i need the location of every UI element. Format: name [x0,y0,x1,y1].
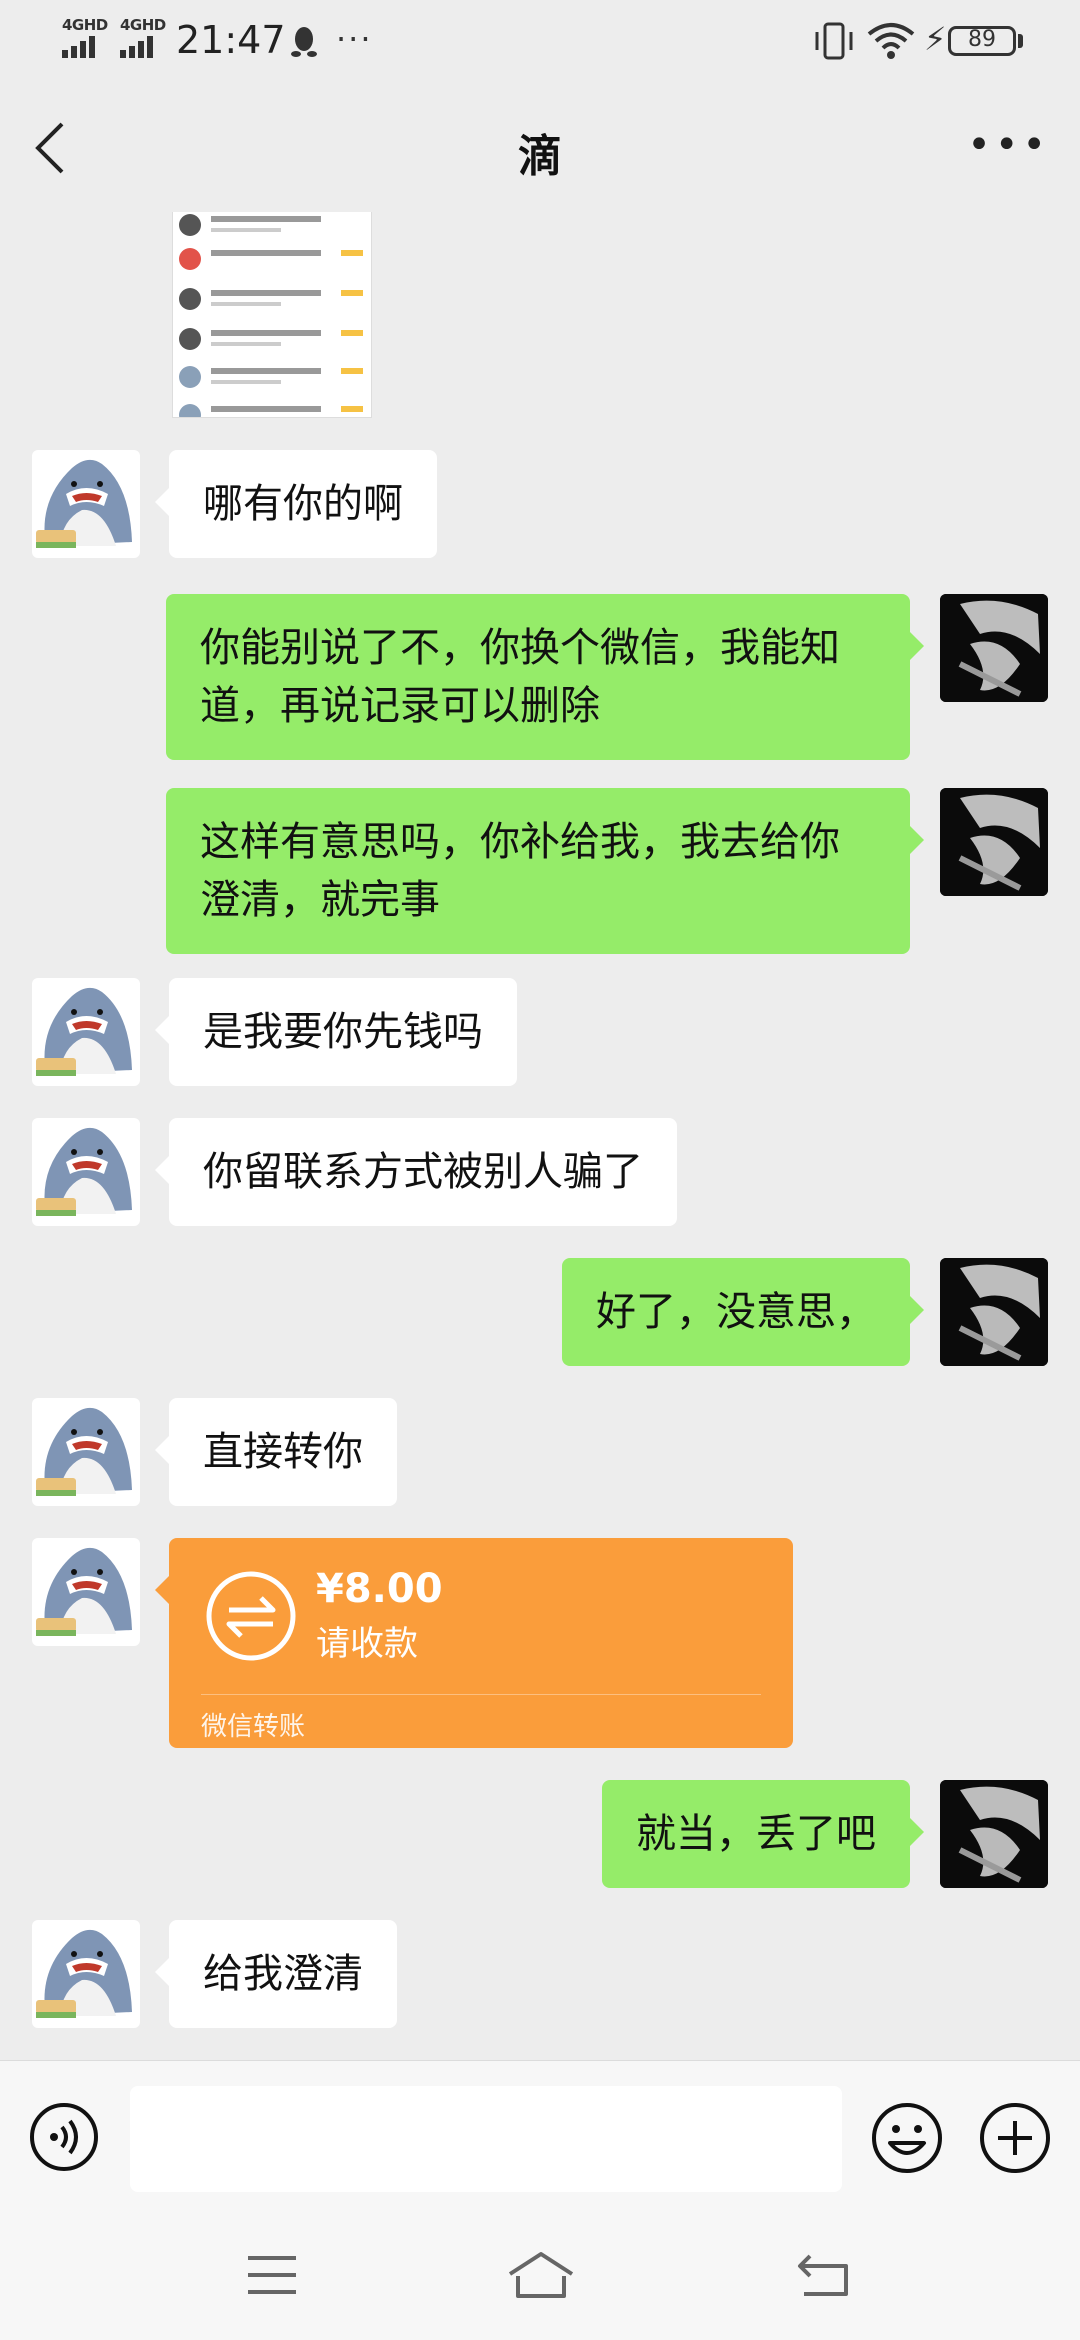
message-bubble-incoming[interactable]: 是我要你先钱吗 [155,978,517,1086]
contact-avatar[interactable] [32,1118,140,1226]
signal-icon: 4GHD [118,16,176,60]
contact-avatar[interactable] [32,1398,140,1506]
message-bubble-outgoing[interactable]: 这样有意思吗，你补给我，我去给你澄清，就完事 [166,788,924,954]
contact-avatar[interactable] [32,1920,140,2028]
signal-icon: 4GHD [60,16,118,60]
transfer-card[interactable]: ¥8.00 请收款 微信转账 [155,1538,793,1748]
clock: 21:47 [176,18,286,62]
input-bar [0,2060,1080,2215]
signal-label: 4GHD [62,16,108,34]
message-bubble-outgoing[interactable]: 就当，丢了吧 [602,1780,924,1888]
message-bubble-incoming[interactable]: 给我澄清 [155,1920,397,2028]
contact-avatar[interactable] [32,450,140,558]
charging-icon: ⚡ [924,20,947,58]
battery-level: 89 [968,27,996,52]
chat-header: 滴 ••• [0,82,1080,212]
emoji-icon[interactable] [870,2101,944,2175]
image-message[interactable] [172,212,372,418]
message-input[interactable] [130,2086,842,2192]
vibrate-icon [815,22,853,60]
plus-icon[interactable] [978,2101,1052,2175]
menu-icon[interactable] [244,2252,300,2298]
system-nav-bar [0,2214,1080,2340]
message-bubble-incoming[interactable]: 哪有你的啊 [155,450,437,558]
message-bubble-incoming[interactable]: 你留联系方式被别人骗了 [155,1118,677,1226]
transfer-footer: 微信转账 [201,1712,306,1742]
status-bar: 4GHD 4GHD 21:47 ··· ⚡ 89 [0,0,1080,82]
more-dots-icon[interactable]: ••• [967,122,1050,168]
message-bubble-outgoing[interactable]: 你能别说了不，你换个微信，我能知道，再说记录可以删除 [166,594,924,760]
my-avatar[interactable] [940,1780,1048,1888]
contact-avatar[interactable] [32,978,140,1086]
voice-icon[interactable] [28,2101,100,2173]
transfer-amount: ¥8.00 [316,1566,443,1612]
home-icon[interactable] [506,2250,576,2300]
transfer-status: 请收款 [316,1624,418,1664]
message-list[interactable]: 哪有你的啊 你能别说了不，你换个微信，我能知道，再说记录可以删除 这样有意思吗，… [0,212,1080,2060]
notification-dots-icon: ··· [336,20,373,58]
contact-avatar[interactable] [32,1538,140,1646]
message-bubble-incoming[interactable]: 直接转你 [155,1398,397,1506]
back-icon[interactable] [796,2252,852,2298]
my-avatar[interactable] [940,1258,1048,1366]
my-avatar[interactable] [940,788,1048,896]
my-avatar[interactable] [940,594,1048,702]
message-bubble-outgoing[interactable]: 好了，没意思， [562,1258,924,1366]
battery-icon: 89 [948,26,1016,56]
transfer-icon [206,1571,296,1661]
penguin-icon [291,27,317,57]
divider [201,1694,761,1695]
wifi-icon [867,23,915,59]
battery-tip [1018,34,1023,48]
chat-title: 滴 [518,131,562,182]
signal-label: 4GHD [120,16,166,34]
